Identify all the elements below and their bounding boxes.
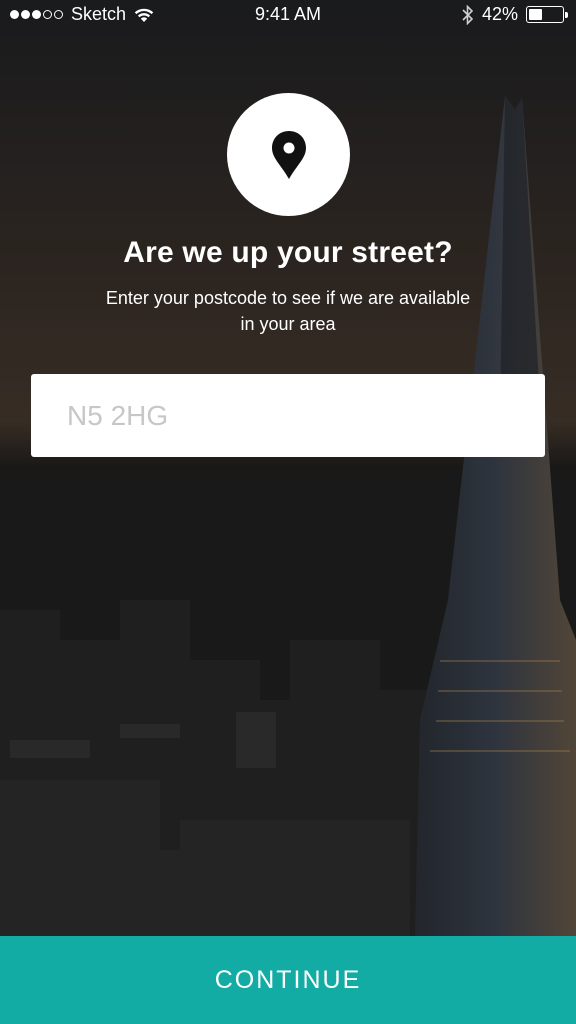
- postcode-input[interactable]: [31, 374, 545, 457]
- bluetooth-icon: [462, 4, 474, 25]
- status-right: 42%: [462, 4, 568, 25]
- location-badge: [227, 93, 350, 216]
- postcode-screen: Sketch 9:41 AM 42% Are we up your street…: [0, 0, 576, 1024]
- battery-icon: [526, 6, 568, 23]
- battery-percent: 42%: [481, 4, 518, 24]
- status-bar: Sketch 9:41 AM 42%: [0, 0, 576, 30]
- battery-level: [529, 9, 542, 20]
- battery-cap: [565, 12, 568, 18]
- map-pin-icon: [271, 130, 306, 179]
- page-title: Are we up your street?: [123, 236, 453, 269]
- continue-button[interactable]: CONTINUE: [0, 936, 576, 1024]
- page-subtitle: Enter your postcode to see if we are ava…: [105, 288, 471, 334]
